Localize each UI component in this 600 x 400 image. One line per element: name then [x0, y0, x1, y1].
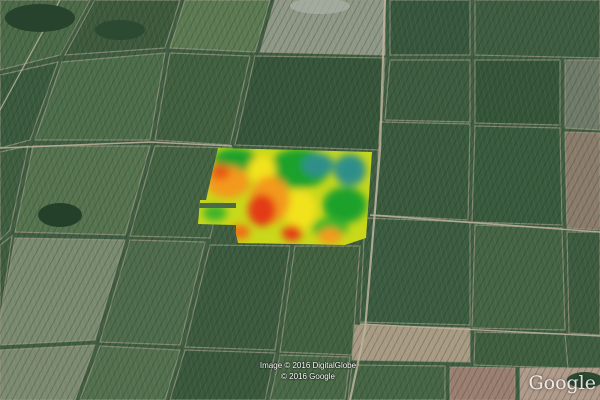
heatmap-cell — [248, 194, 276, 226]
heatmap-cell — [318, 228, 342, 244]
heatmap-cell — [210, 164, 230, 180]
heatmap-cell — [323, 187, 367, 223]
heatmap-cell — [334, 154, 366, 186]
heatmap-cell — [230, 225, 250, 239]
map-viewport[interactable]: Image © 2016 DigitalGlobe © 2016 Google … — [0, 0, 600, 400]
unmapped-strip — [198, 203, 236, 208]
heatmap-cell — [302, 153, 334, 177]
heatmap-cell — [282, 225, 302, 241]
google-logo: Google — [528, 372, 596, 394]
unmapped-corner — [198, 225, 236, 245]
yield-heatmap-overlay[interactable] — [0, 0, 600, 400]
